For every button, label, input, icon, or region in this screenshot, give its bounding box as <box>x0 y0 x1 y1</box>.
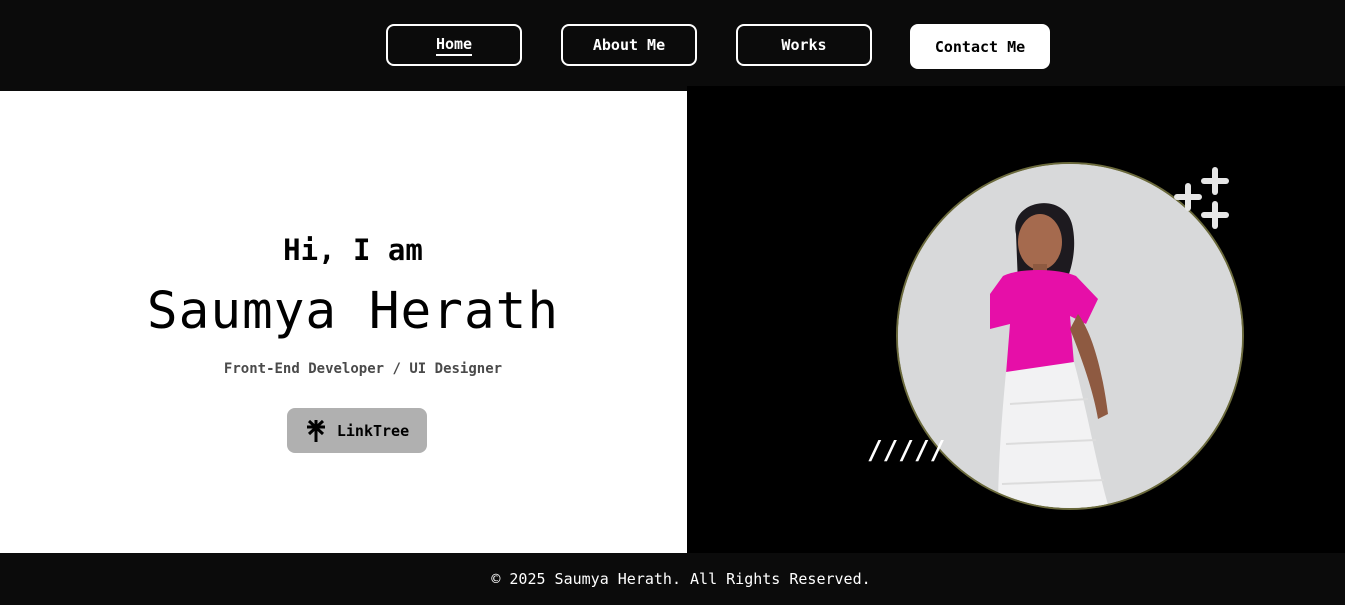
hero-role: Front-End Developer / UI Designer <box>223 361 503 377</box>
nav-contact-label: Contact Me <box>934 37 1026 56</box>
nav-home-button[interactable]: Home <box>386 24 522 66</box>
nav-about-button[interactable]: About Me <box>561 24 697 66</box>
footer-copyright: © 2025 Saumya Herath. All Rights Reserve… <box>491 570 871 588</box>
slash-decor: ///// <box>867 436 946 466</box>
top-nav: Home About Me Works Contact Me <box>0 0 1345 90</box>
linktree-button[interactable]: LinkTree <box>287 408 427 453</box>
nav-works-button[interactable]: Works <box>736 24 872 66</box>
hero-greeting: Hi, I am <box>283 233 423 267</box>
nav-home-label: Home <box>435 35 473 56</box>
hero-visual: ///// <box>687 86 1345 553</box>
plus-decor-icon <box>1174 167 1229 229</box>
page: Home About Me Works Contact Me Hi, I am … <box>0 0 1345 605</box>
hero-name: Saumya Herath <box>146 282 560 341</box>
linktree-label: LinkTree <box>336 421 410 440</box>
nav-about-label: About Me <box>592 36 666 54</box>
nav-works-label: Works <box>781 36 827 54</box>
footer: © 2025 Saumya Herath. All Rights Reserve… <box>0 553 1345 605</box>
linktree-asterisk-icon <box>305 419 327 443</box>
nav-contact-button[interactable]: Contact Me <box>910 24 1050 69</box>
hero-intro: Hi, I am Saumya Herath Front-End Develop… <box>0 91 687 553</box>
